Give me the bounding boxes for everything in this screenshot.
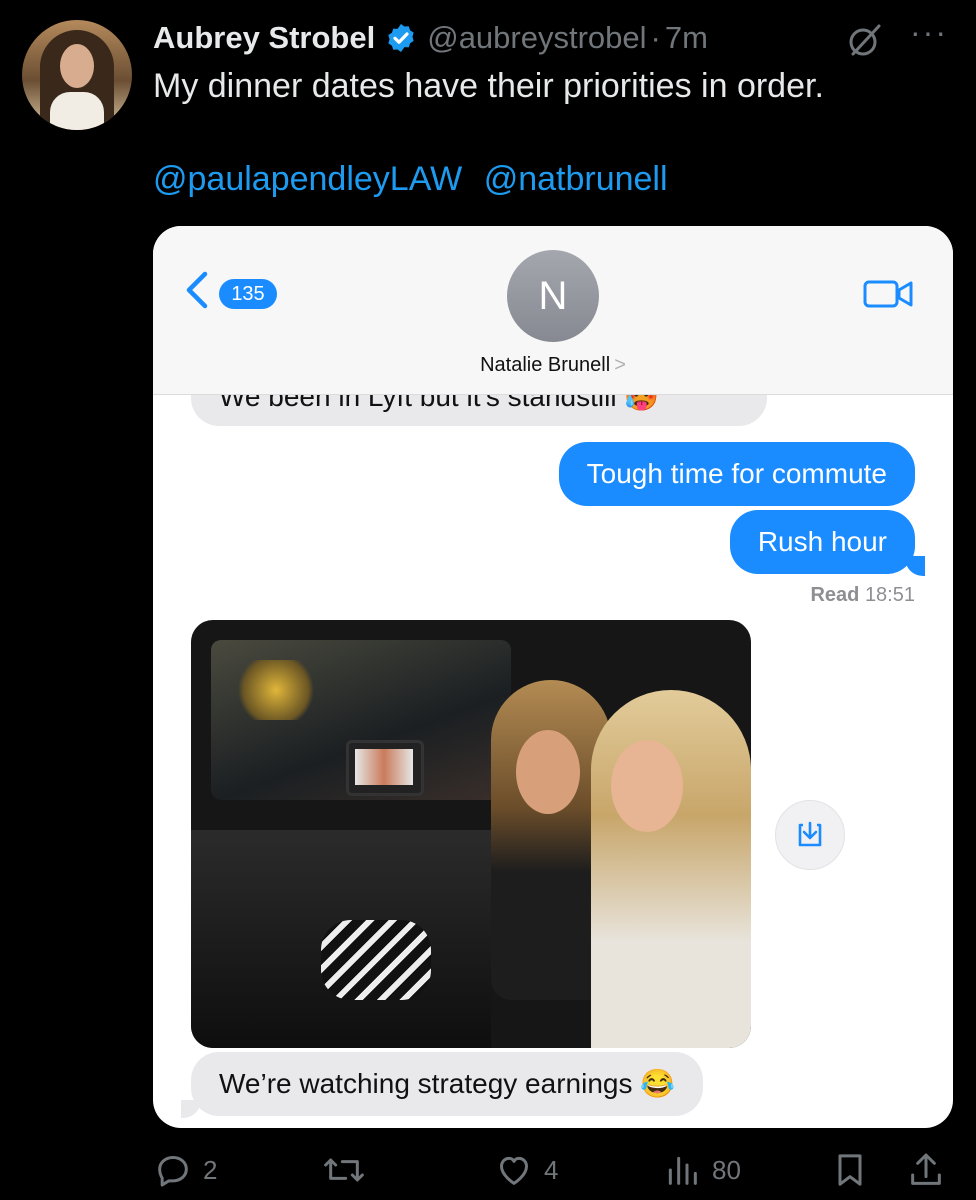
unread-count-badge: 135 xyxy=(219,279,277,309)
contact-name: Natalie Brunell xyxy=(480,354,611,376)
separator-dot: · xyxy=(650,20,661,55)
author-name[interactable]: Aubrey Strobel xyxy=(153,20,375,56)
read-receipt: Read 18:51 xyxy=(810,584,915,607)
message-bubble-incoming: We’re watching strategy earnings 😂 xyxy=(191,1052,704,1116)
avatar-face xyxy=(60,44,94,88)
contact-name-row: Natalie Brunell > xyxy=(153,354,953,377)
views-chart-icon xyxy=(668,1156,697,1185)
chevron-right-icon: > xyxy=(614,354,626,376)
tweet-action-bar: 2 4 80 xyxy=(0,1148,976,1192)
bubble-tail xyxy=(905,556,925,576)
back-chevron-icon xyxy=(186,271,208,309)
message-bubble-outgoing: Rush hour xyxy=(729,510,915,574)
like-button[interactable]: 4 xyxy=(494,1148,558,1192)
share-icon xyxy=(911,1153,941,1185)
read-label: Read xyxy=(810,584,860,606)
person-right-face xyxy=(611,740,683,832)
city-lights xyxy=(231,660,321,720)
reply-count: 2 xyxy=(203,1154,218,1185)
tweet-media-screenshot[interactable]: We been in Lyft but it's standstill 🥵 To… xyxy=(153,226,953,1128)
tweet-text: My dinner dates have their priorities in… xyxy=(153,67,824,105)
message-bubble-outgoing: Tough time for commute xyxy=(558,442,915,506)
phone-in-hand xyxy=(346,740,424,796)
person-right xyxy=(591,690,751,1048)
imessage-header: 135 N Natalie Brunell > xyxy=(153,226,953,395)
author-handle[interactable]: @aubreystrobel xyxy=(427,20,646,56)
verified-badge-icon xyxy=(388,24,414,52)
video-call-icon xyxy=(863,280,913,308)
bookmark-button[interactable] xyxy=(830,1148,880,1192)
view-count: 80 xyxy=(712,1154,741,1185)
contact-avatar: N xyxy=(507,250,599,342)
views-button[interactable]: 80 xyxy=(662,1148,741,1192)
person-left-face xyxy=(516,730,580,814)
download-icon xyxy=(798,821,822,847)
phone-screen xyxy=(355,749,413,785)
mention-link[interactable]: @paulapendleyLAW xyxy=(153,160,462,198)
heart-icon xyxy=(500,1156,528,1185)
avatar-dress xyxy=(50,92,104,130)
mention-link[interactable]: @natbrunell xyxy=(484,160,668,198)
save-photo-button xyxy=(775,800,845,870)
bubble-tail xyxy=(181,1100,201,1118)
author-avatar[interactable] xyxy=(22,20,132,130)
more-options-icon[interactable]: ··· xyxy=(910,14,948,51)
tweet-mentions: @paulapendleyLAW @natbrunell xyxy=(153,160,680,199)
reply-icon xyxy=(158,1156,188,1187)
read-time: 18:51 xyxy=(864,584,915,606)
share-button[interactable] xyxy=(906,1148,956,1192)
retweet-button[interactable] xyxy=(322,1148,376,1192)
striped-bag xyxy=(321,920,431,1000)
bookmark-icon xyxy=(838,1154,862,1186)
reply-button[interactable]: 2 xyxy=(153,1148,217,1192)
message-photo xyxy=(191,620,751,1048)
tweet-header: Aubrey Strobel @aubreystrobel · 7m xyxy=(153,16,708,60)
grok-icon[interactable] xyxy=(845,20,885,60)
tweet-time[interactable]: 7m xyxy=(665,20,708,56)
retweet-icon xyxy=(324,1158,364,1182)
like-count: 4 xyxy=(544,1154,559,1185)
